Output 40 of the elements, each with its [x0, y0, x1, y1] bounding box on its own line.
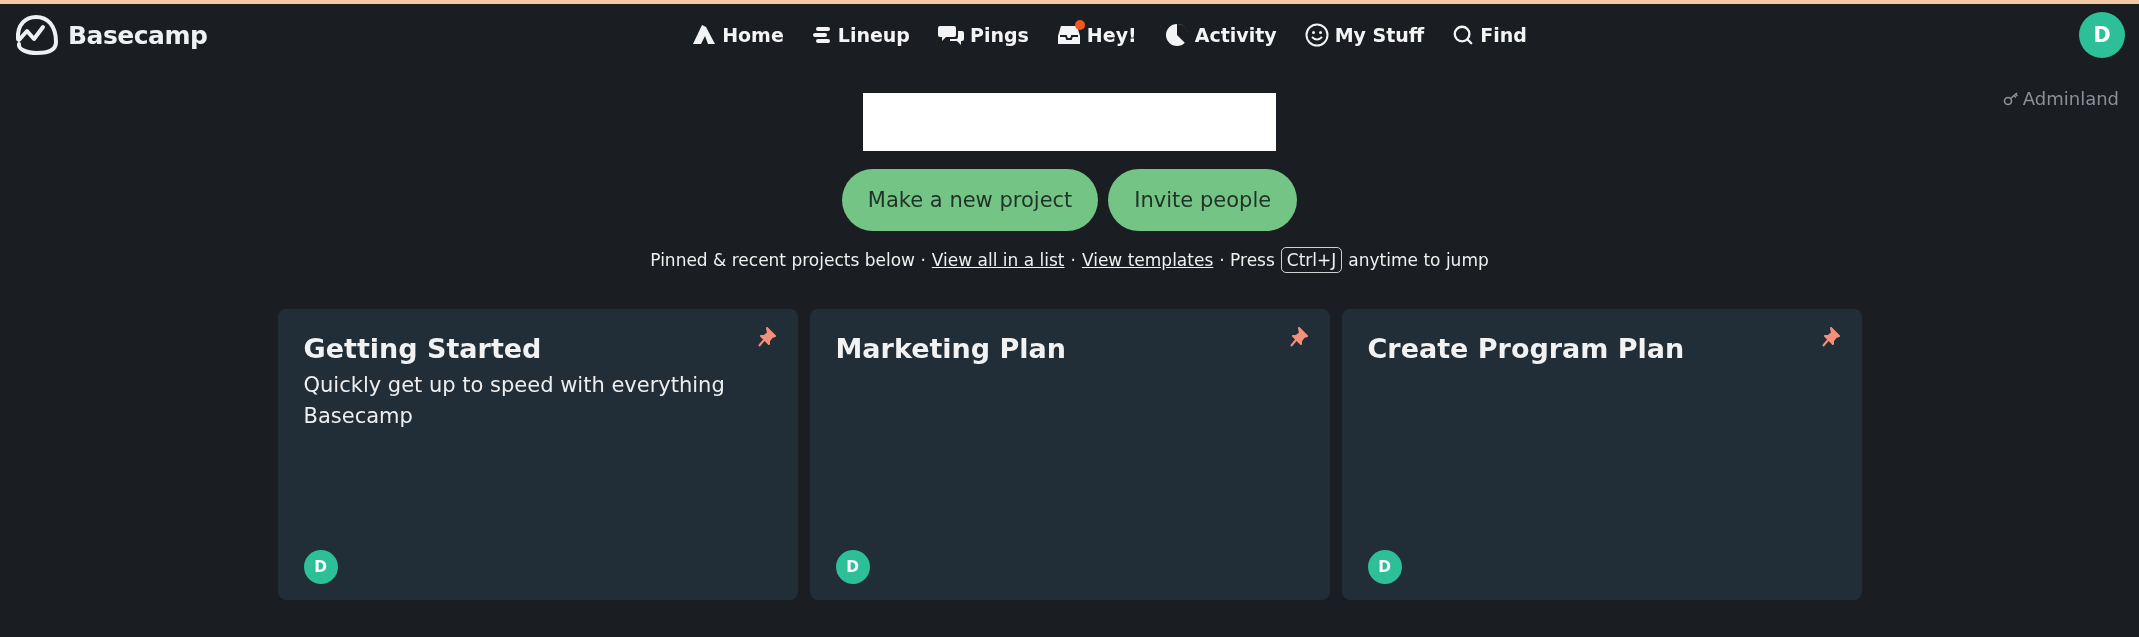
- chat-bubbles-icon: [937, 24, 964, 46]
- project-card[interactable]: Create Program Plan D: [1341, 309, 1862, 600]
- nav-link[interactable]: Home: [692, 23, 784, 47]
- pie-icon: [1164, 23, 1189, 47]
- hint-text: · Press: [1219, 250, 1275, 270]
- project-title: Getting Started: [303, 333, 543, 364]
- nav-link[interactable]: My Stuff: [1304, 23, 1425, 47]
- action-button[interactable]: Make a new project: [841, 169, 1099, 231]
- search-icon: [1452, 24, 1475, 46]
- action-button[interactable]: Invite people: [1108, 169, 1298, 231]
- separator-text: ·: [1070, 250, 1076, 270]
- project-title: Marketing Plan: [835, 333, 1068, 364]
- nav-link[interactable]: Lineup: [811, 23, 910, 47]
- pin-icon[interactable]: [1821, 327, 1840, 347]
- key-icon: [2002, 91, 2019, 106]
- brand-name: Basecamp: [68, 20, 208, 50]
- lines-icon: [811, 26, 832, 44]
- nav-link[interactable]: Hey!: [1056, 23, 1137, 47]
- logo-icon: [14, 14, 60, 56]
- view-templates-link[interactable]: View templates: [1081, 250, 1214, 270]
- nav-link[interactable]: Activity: [1164, 23, 1277, 47]
- pin-icon[interactable]: [757, 327, 776, 347]
- pin-icon[interactable]: [1289, 327, 1308, 347]
- member-avatar: D: [303, 550, 338, 584]
- hint-text: Pinned & recent projects below ·: [650, 250, 926, 270]
- nav-link[interactable]: Find: [1452, 23, 1527, 47]
- smiley-icon: [1304, 23, 1329, 47]
- tent-icon: [692, 24, 717, 46]
- project-card[interactable]: Getting Started Quickly get up to speed with everything Basecamp D: [277, 309, 798, 600]
- shortcut-key: Ctrl+J: [1280, 247, 1343, 273]
- adminland-link[interactable]: Adminland: [2002, 88, 2119, 109]
- project-title: Create Program Plan: [1367, 333, 1686, 364]
- inbox-icon: [1056, 24, 1081, 46]
- project-description: Quickly get up to speed with everything Basecamp: [303, 372, 726, 430]
- member-avatar: D: [1367, 550, 1402, 584]
- nav-link[interactable]: Pings: [937, 23, 1029, 47]
- member-avatar: D: [835, 550, 870, 584]
- view-list-link[interactable]: View all in a list: [931, 250, 1065, 270]
- hint-text: anytime to jump: [1348, 250, 1489, 270]
- project-card[interactable]: Marketing Plan D: [809, 309, 1330, 600]
